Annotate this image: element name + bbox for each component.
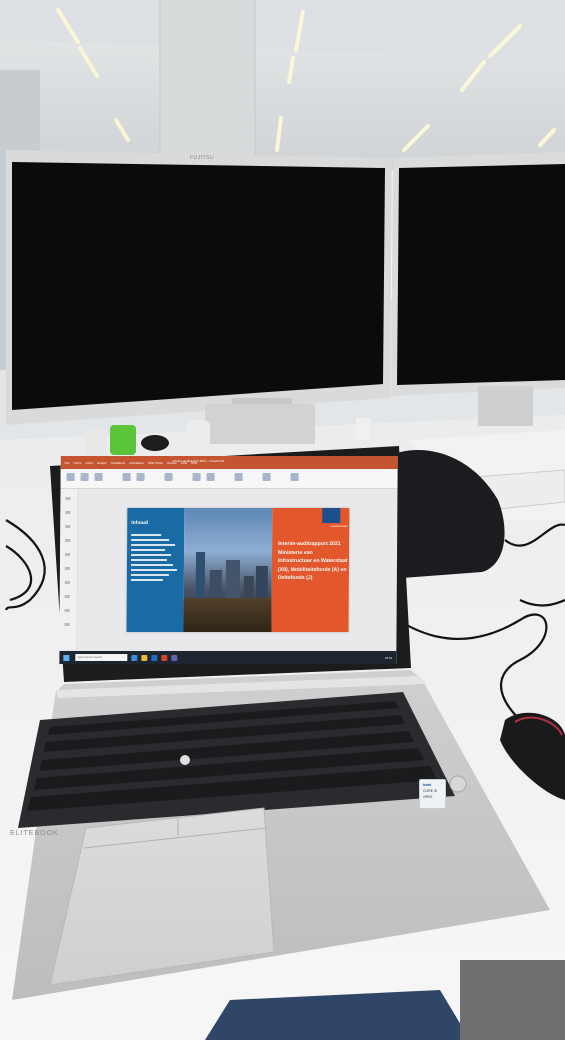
column: [160, 0, 255, 160]
monitor-brand-label: FUJITSU: [190, 155, 215, 161]
right-monitor: [391, 152, 565, 426]
laptop-screen: File Home Insert Design Transitions Anim…: [59, 456, 398, 664]
window-title: Interim-auditrapport 2021 - PowerPoint: [172, 459, 225, 463]
left-monitor: [6, 150, 392, 444]
powerpoint-icon[interactable]: [161, 654, 168, 661]
thermos: [186, 420, 210, 458]
designer-icon[interactable]: [262, 473, 271, 481]
ribbon-tab[interactable]: Design: [97, 461, 106, 465]
ribbon-toolbar: [60, 469, 398, 489]
new-slide-icon[interactable]: [80, 473, 89, 481]
paragraph-icon[interactable]: [164, 473, 173, 481]
windows-taskbar: Type here to search 10:51: [59, 651, 397, 664]
shapes-icon[interactable]: [192, 473, 201, 481]
outlook-icon[interactable]: [151, 654, 158, 661]
ribbon-tab[interactable]: File: [65, 461, 70, 465]
edge-icon[interactable]: [131, 654, 138, 661]
dark-object: [141, 435, 169, 451]
find-icon[interactable]: [234, 473, 243, 481]
slide-title-panel: Auditdienst Rijk Interim-auditrapport 20…: [271, 508, 350, 632]
paste-icon[interactable]: [66, 473, 75, 481]
rijksoverheid-logo: [322, 508, 341, 523]
paper-cup: [356, 418, 370, 440]
dictate-icon[interactable]: [290, 473, 299, 481]
ribbon-tab[interactable]: Slide Show: [148, 461, 163, 465]
windows-start-icon[interactable]: [63, 654, 70, 661]
fingerprint-sensor[interactable]: [449, 775, 467, 793]
folder-icon[interactable]: [141, 654, 148, 661]
ribbon-tab[interactable]: Transitions: [110, 461, 125, 465]
slide-contents-title: Inhoud: [131, 520, 148, 526]
ribbon-tab[interactable]: Insert: [86, 461, 94, 465]
mug: [85, 428, 107, 458]
slide-canvas[interactable]: Inhoud Auditdienst Rijk Interim-auditrap…: [126, 508, 350, 632]
ribbon-tab[interactable]: Home: [74, 461, 82, 465]
bold-icon[interactable]: [136, 473, 145, 481]
taskbar-search[interactable]: Type here to search: [75, 654, 128, 661]
intel-sticker: intel CORE i5 vPRO: [419, 779, 446, 809]
slide-contents-panel: Inhoud: [126, 508, 185, 632]
teams-icon[interactable]: [171, 654, 178, 661]
slide-thumbnail-panel[interactable]: [59, 489, 79, 649]
sticker-brand: intel: [423, 782, 432, 787]
logo-caption: Auditdienst Rijk: [330, 525, 348, 528]
ribbon-tab[interactable]: Animations: [129, 461, 144, 465]
slide-city-photo: [183, 508, 273, 632]
arrange-icon[interactable]: [206, 473, 215, 481]
pointing-stick[interactable]: [180, 755, 190, 765]
font-icon[interactable]: [122, 473, 131, 481]
taskbar-clock: 10:51: [384, 655, 393, 660]
layout-icon[interactable]: [94, 473, 103, 481]
green-bottle: [110, 425, 136, 455]
sticker-processor: CORE i5: [423, 789, 437, 793]
floor-carpet: [460, 960, 565, 1040]
sticker-vpro: vPRO: [423, 795, 433, 799]
slide-title: Interim-auditrapport 2021 Ministerie van…: [277, 541, 348, 581]
laptop-model-label: ELITEBOOK: [10, 830, 59, 837]
